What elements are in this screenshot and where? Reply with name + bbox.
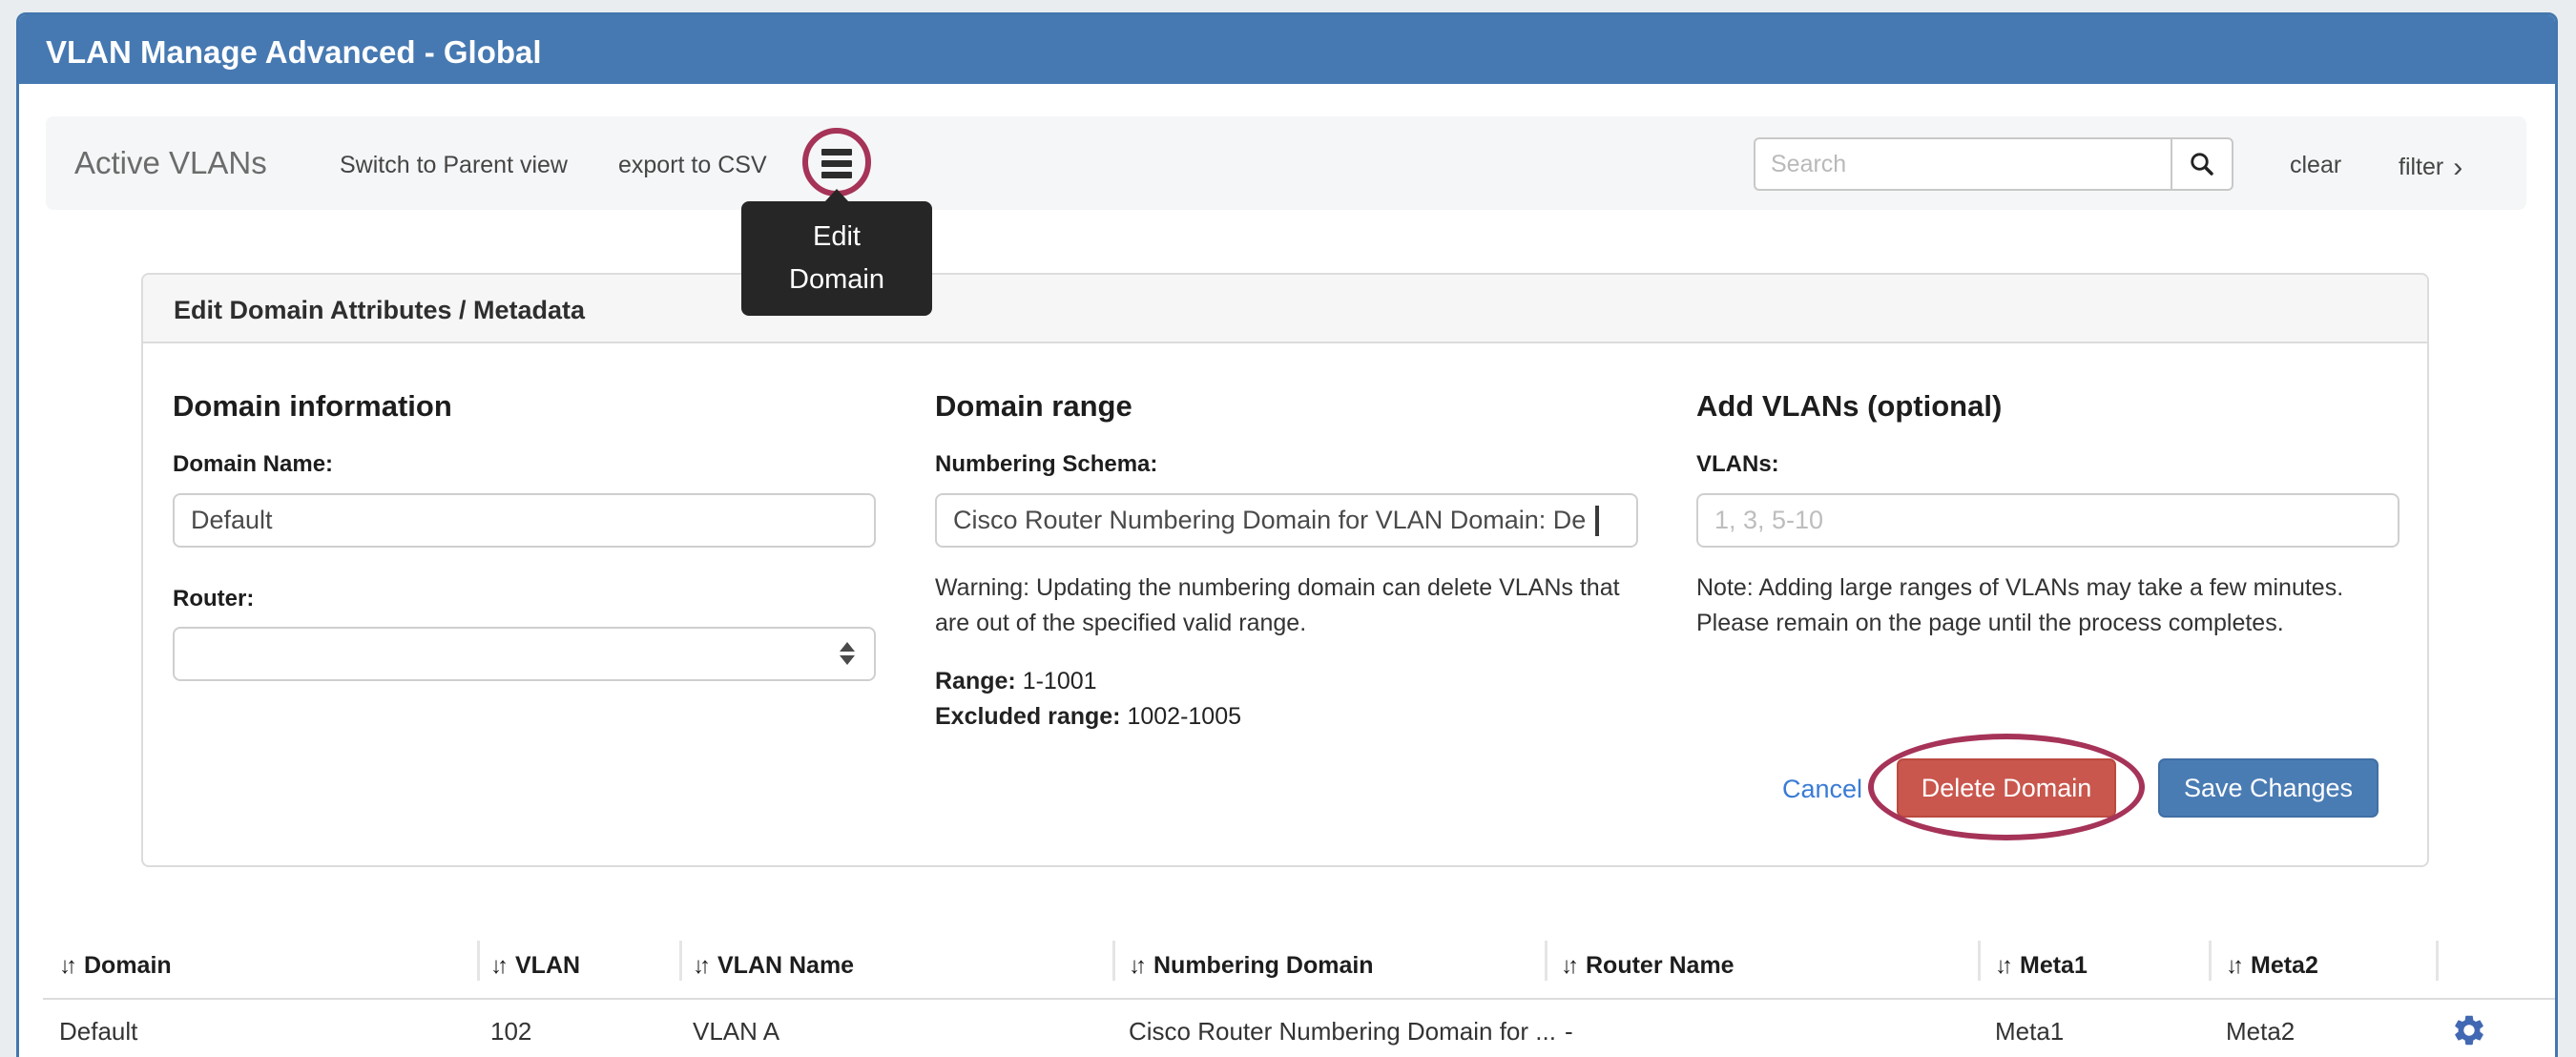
column-separator bbox=[477, 941, 480, 981]
table-cell-meta2: Meta2 bbox=[2226, 1017, 2295, 1047]
cancel-link[interactable]: Cancel bbox=[1782, 775, 1862, 804]
column-separator bbox=[679, 941, 682, 981]
tooltip-line-2: Domain bbox=[741, 259, 932, 301]
search-button[interactable] bbox=[2171, 137, 2233, 191]
table-header-domain[interactable]: ↓↑Domain bbox=[59, 952, 172, 980]
edit-domain-panel-title: Edit Domain Attributes / Metadata bbox=[174, 296, 585, 325]
table-header-numbering-domain[interactable]: ↓↑Numbering Domain bbox=[1129, 952, 1374, 980]
table-cell-domain: Default bbox=[59, 1017, 137, 1047]
table-cell-router-name: - bbox=[1565, 1017, 1573, 1047]
excluded-range-label: Excluded range: bbox=[935, 703, 1121, 730]
range-row: Range: 1-1001 bbox=[935, 668, 1097, 695]
switch-to-parent-view-link[interactable]: Switch to Parent view bbox=[340, 152, 568, 179]
add-vlans-heading: Add VLANs (optional) bbox=[1696, 389, 2002, 424]
edit-domain-tooltip: Edit Domain bbox=[741, 201, 932, 316]
router-select[interactable] bbox=[173, 627, 876, 681]
filter-link[interactable]: filter› bbox=[2399, 152, 2462, 184]
sort-icon: ↓↑ bbox=[1129, 953, 1142, 979]
search-icon bbox=[2188, 150, 2216, 178]
edit-domain-menu-button[interactable] bbox=[807, 135, 866, 192]
table-cell-numbering-domain: Cisco Router Numbering Domain for ... bbox=[1129, 1017, 1556, 1047]
range-label: Range: bbox=[935, 668, 1016, 694]
range-value: 1-1001 bbox=[1023, 668, 1097, 694]
vlans-input[interactable] bbox=[1696, 493, 2399, 548]
numbering-schema-input[interactable] bbox=[935, 493, 1638, 548]
active-vlans-heading: Active VLANs bbox=[74, 145, 267, 181]
domain-information-heading: Domain information bbox=[173, 389, 452, 424]
page-title: VLAN Manage Advanced - Global bbox=[46, 34, 542, 71]
row-settings-button[interactable] bbox=[2450, 1011, 2488, 1049]
table-cell-meta1: Meta1 bbox=[1995, 1017, 2064, 1047]
tooltip-line-1: Edit bbox=[741, 216, 932, 259]
table-header-divider bbox=[43, 998, 2555, 1000]
domain-name-input[interactable] bbox=[173, 493, 876, 548]
sort-icon: ↓↑ bbox=[1995, 953, 2008, 979]
hamburger-icon bbox=[821, 149, 852, 155]
table-cell-vlan-name: VLAN A bbox=[693, 1017, 779, 1047]
column-separator bbox=[1112, 941, 1115, 981]
column-separator bbox=[1978, 941, 1981, 981]
sort-icon: ↓↑ bbox=[59, 953, 73, 979]
table-header-router-name[interactable]: ↓↑Router Name bbox=[1561, 952, 1735, 980]
text-cursor bbox=[1595, 506, 1599, 536]
domain-name-label: Domain Name: bbox=[173, 451, 333, 478]
select-arrows-icon bbox=[840, 642, 855, 665]
sort-icon: ↓↑ bbox=[490, 953, 504, 979]
excluded-range-row: Excluded range: 1002-1005 bbox=[935, 703, 1241, 731]
delete-domain-button[interactable]: Delete Domain bbox=[1897, 758, 2116, 818]
table-cell-vlan: 102 bbox=[490, 1017, 531, 1047]
sort-icon: ↓↑ bbox=[693, 953, 706, 979]
table-header-vlan[interactable]: ↓↑VLAN bbox=[490, 952, 580, 980]
column-separator bbox=[2436, 941, 2439, 981]
excluded-range-value: 1002-1005 bbox=[1127, 703, 1241, 730]
search-input[interactable] bbox=[1754, 137, 2171, 191]
table-header-meta1[interactable]: ↓↑Meta1 bbox=[1995, 952, 2088, 980]
vlans-label: VLANs: bbox=[1696, 451, 1779, 478]
page: VLAN Manage Advanced - Global Active VLA… bbox=[0, 0, 2576, 1057]
domain-range-heading: Domain range bbox=[935, 389, 1132, 424]
gear-icon bbox=[2451, 1012, 2487, 1048]
chevron-right-icon: › bbox=[2453, 152, 2462, 183]
table-header-vlan-name[interactable]: ↓↑VLAN Name bbox=[693, 952, 854, 980]
tooltip-caret bbox=[824, 189, 849, 202]
clear-link[interactable]: clear bbox=[2290, 152, 2341, 179]
add-vlans-note-text: Note: Adding large ranges of VLANs may t… bbox=[1696, 570, 2412, 641]
router-label: Router: bbox=[173, 586, 254, 612]
table-header-meta2[interactable]: ↓↑Meta2 bbox=[2226, 952, 2318, 980]
sort-icon: ↓↑ bbox=[1561, 953, 1574, 979]
numbering-warning-text: Warning: Updating the numbering domain c… bbox=[935, 570, 1643, 641]
column-separator bbox=[2209, 941, 2212, 981]
numbering-schema-label: Numbering Schema: bbox=[935, 451, 1157, 478]
column-separator bbox=[1545, 941, 1548, 981]
save-changes-button[interactable]: Save Changes bbox=[2158, 758, 2379, 818]
export-to-csv-link[interactable]: export to CSV bbox=[618, 152, 767, 179]
sort-icon: ↓↑ bbox=[2226, 953, 2239, 979]
